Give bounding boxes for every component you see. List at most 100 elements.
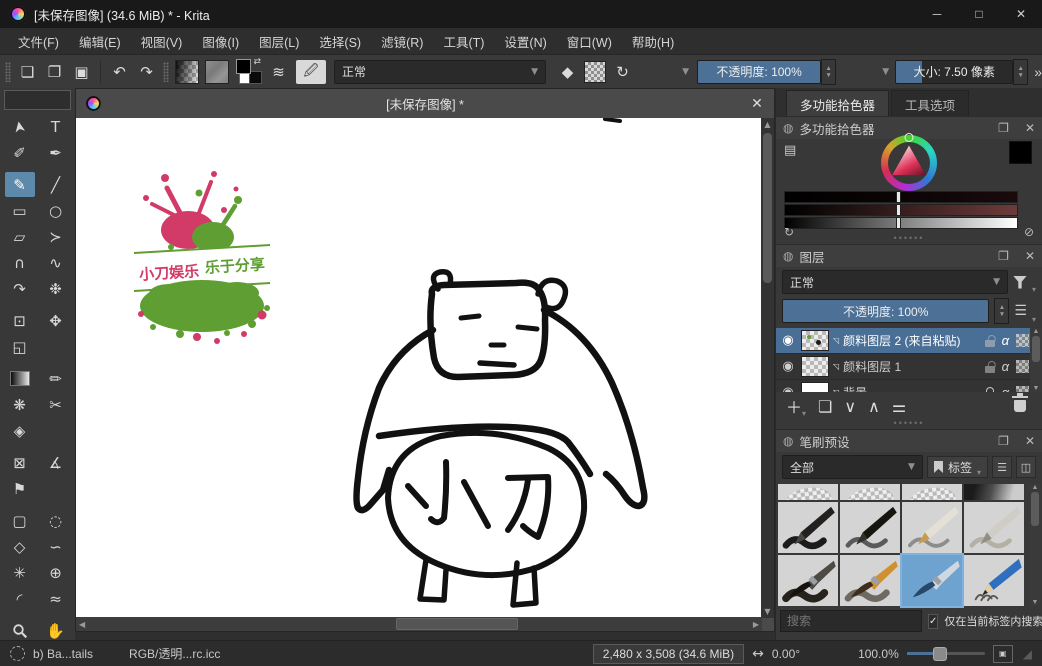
hue-ring[interactable] <box>881 135 937 191</box>
minimize-button[interactable]: ─ <box>916 0 958 28</box>
move-tool[interactable]: ✥ <box>41 308 71 333</box>
brush-preset-airbrush-soft[interactable] <box>964 484 1024 500</box>
menu-item-8[interactable]: 设置(N) <box>494 28 556 55</box>
toolbar-overflow-button[interactable]: » <box>1034 64 1042 80</box>
layer-thumbnail[interactable] <box>801 330 829 351</box>
scroll-down-icon[interactable]: ▼ <box>761 605 773 618</box>
brush-preset-eraser-soft[interactable] <box>778 484 838 500</box>
brush-preset-paintbrush-orange[interactable] <box>840 555 900 606</box>
menu-item-4[interactable]: 图层(L) <box>249 28 309 55</box>
selection-mode-icon[interactable] <box>10 646 25 661</box>
opacity-slider[interactable]: 不透明度: 100% <box>697 60 821 84</box>
zoom-slider-handle[interactable] <box>933 647 947 661</box>
zoom-fit-button[interactable]: ▣ <box>993 645 1013 663</box>
rectangle-tool[interactable]: ▭ <box>5 198 35 223</box>
scroll-up-icon[interactable]: ▲ <box>761 118 773 131</box>
layer-opacity-spin[interactable]: ▲▼ <box>994 298 1009 324</box>
transform-tool[interactable]: ⊡ <box>5 308 35 333</box>
zoom-slider[interactable] <box>907 652 985 655</box>
gradient-tool[interactable] <box>5 366 35 391</box>
reset-rotation-icon[interactable]: ↔ <box>752 646 764 662</box>
layer-lock-icon[interactable] <box>985 340 995 347</box>
chevron-down-icon[interactable]: ▼ <box>674 67 689 77</box>
measure-tool[interactable]: ∡ <box>41 450 71 475</box>
current-color-swatch[interactable] <box>1009 141 1032 164</box>
alpha-inherit-icon[interactable] <box>1016 360 1029 373</box>
toolbox-header[interactable] <box>4 90 71 110</box>
polyline-tool[interactable]: ≻ <box>41 224 71 249</box>
close-docker-icon[interactable]: ✕ <box>1025 121 1035 135</box>
tab-advanced-color-selector[interactable]: 多功能拾色器 <box>786 90 889 116</box>
menu-item-3[interactable]: 图像(I) <box>192 28 249 55</box>
layer-row-2[interactable]: ◉◹背景α <box>776 380 1042 392</box>
ellipse-select-tool[interactable]: ◌ <box>41 508 71 533</box>
brush-option-list-icon[interactable]: ≋ <box>265 59 292 85</box>
eraser-mode-button[interactable]: ◆ <box>554 59 581 85</box>
new-document-button[interactable]: ❏ <box>14 59 41 85</box>
calligraphy-tool[interactable]: ✒ <box>41 140 71 165</box>
alpha-lock-icon[interactable]: α <box>1002 385 1009 392</box>
layer-list-scrollbar[interactable]: ▲▼ <box>1030 328 1042 392</box>
magnetic-select-tool[interactable]: ≈ <box>41 586 71 611</box>
selector-settings-icon[interactable]: ▤ <box>784 143 796 158</box>
canvas-horizontal-scrollbar[interactable]: ◀ ▶ <box>76 617 762 631</box>
save-button[interactable]: ▣ <box>68 59 95 85</box>
open-document-button[interactable]: ❐ <box>41 59 68 85</box>
alpha-lock-icon[interactable]: α <box>1002 359 1009 374</box>
duplicate-layer-button[interactable]: ❏ <box>818 397 832 416</box>
freehand-brush-tool[interactable]: ✎ <box>5 172 35 197</box>
move-layer-up-button[interactable]: ∧ <box>868 397 880 416</box>
ellipse-tool[interactable]: ○ <box>41 198 71 223</box>
brush-preset-ink-brush-pen[interactable] <box>840 502 900 553</box>
brush-preset-watercolor-brush[interactable] <box>902 555 962 606</box>
docker-lock-icon[interactable]: ◍ <box>783 121 793 135</box>
layer-opacity-slider[interactable]: 不透明度: 100% <box>782 299 989 323</box>
docker-lock-icon[interactable]: ◍ <box>783 249 793 263</box>
tab-tool-options[interactable]: 工具选项 <box>891 90 969 116</box>
close-docker-icon[interactable]: ✕ <box>1025 434 1035 448</box>
layer-thumbnail[interactable] <box>801 356 829 377</box>
layer-visibility-icon[interactable]: ◉ <box>779 333 797 348</box>
docker-resize-handle[interactable]: •••••• <box>776 420 1042 429</box>
select-shapes-tool[interactable]: ➤ <box>5 114 35 139</box>
brush-preset-pencil-blue[interactable] <box>964 555 1024 606</box>
brush-editor-button[interactable]: 🖉 <box>296 60 326 84</box>
scroll-left-icon[interactable]: ◀ <box>76 618 88 631</box>
reference-images-tool[interactable]: ⊠ <box>5 450 35 475</box>
brush-preset-eraser-small[interactable] <box>902 484 962 500</box>
presets-display-menu-icon[interactable]: ☰ <box>992 456 1012 478</box>
freehand-select-tool[interactable]: ∽ <box>41 534 71 559</box>
brush-search-input[interactable] <box>780 610 922 632</box>
canvas-close-icon[interactable]: ✕ <box>740 96 774 112</box>
color-sampler-tool[interactable]: ✏ <box>41 366 71 391</box>
horizontal-scroll-thumb[interactable] <box>396 618 518 630</box>
layer-style-expander-icon[interactable]: ◹ <box>833 388 839 392</box>
layer-name[interactable]: 颜料图层 1 <box>843 358 980 375</box>
close-button[interactable]: ✕ <box>1000 0 1042 28</box>
layer-name[interactable]: 背景 <box>843 384 980 392</box>
canvas-size-indicator[interactable]: 2,480 x 3,508 (34.6 MiB) <box>593 644 744 664</box>
alpha-inherit-icon[interactable] <box>1016 334 1029 347</box>
delete-layer-button[interactable] <box>1014 400 1026 412</box>
canvas-vertical-scrollbar[interactable]: ▲ ▼ <box>761 118 774 618</box>
text-tool[interactable]: T <box>41 114 71 139</box>
polygon-tool[interactable]: ▱ <box>5 224 35 249</box>
presets-view-config-icon[interactable]: ◫ <box>1016 456 1036 478</box>
dynamic-brush-tool[interactable]: ↷ <box>5 276 35 301</box>
layer-thumbnail[interactable] <box>801 382 829 392</box>
window-resize-grip[interactable]: ◢ <box>1023 647 1032 661</box>
edit-shapes-tool[interactable]: ✐ <box>5 140 35 165</box>
foreground-background-colors[interactable]: ⇄ <box>236 59 261 84</box>
docker-lock-icon[interactable]: ◍ <box>783 434 793 448</box>
layer-lock-icon[interactable] <box>985 366 995 373</box>
layer-visibility-icon[interactable]: ◉ <box>779 359 797 374</box>
scroll-right-icon[interactable]: ▶ <box>750 618 762 631</box>
menu-item-6[interactable]: 滤镜(R) <box>371 28 433 55</box>
float-docker-icon[interactable]: ❐ <box>998 434 1009 448</box>
similar-color-select-tool[interactable]: ✳ <box>5 560 35 585</box>
brush-grid-scrollbar[interactable]: ▲ ▼ <box>1029 484 1041 606</box>
menu-item-7[interactable]: 工具(T) <box>433 28 494 55</box>
canvas-subwindow-titlebar[interactable]: [未保存图像] * ✕ <box>76 89 774 118</box>
float-docker-icon[interactable]: ❐ <box>998 121 1009 135</box>
tags-button[interactable]: 标签 ▾ <box>927 456 988 478</box>
